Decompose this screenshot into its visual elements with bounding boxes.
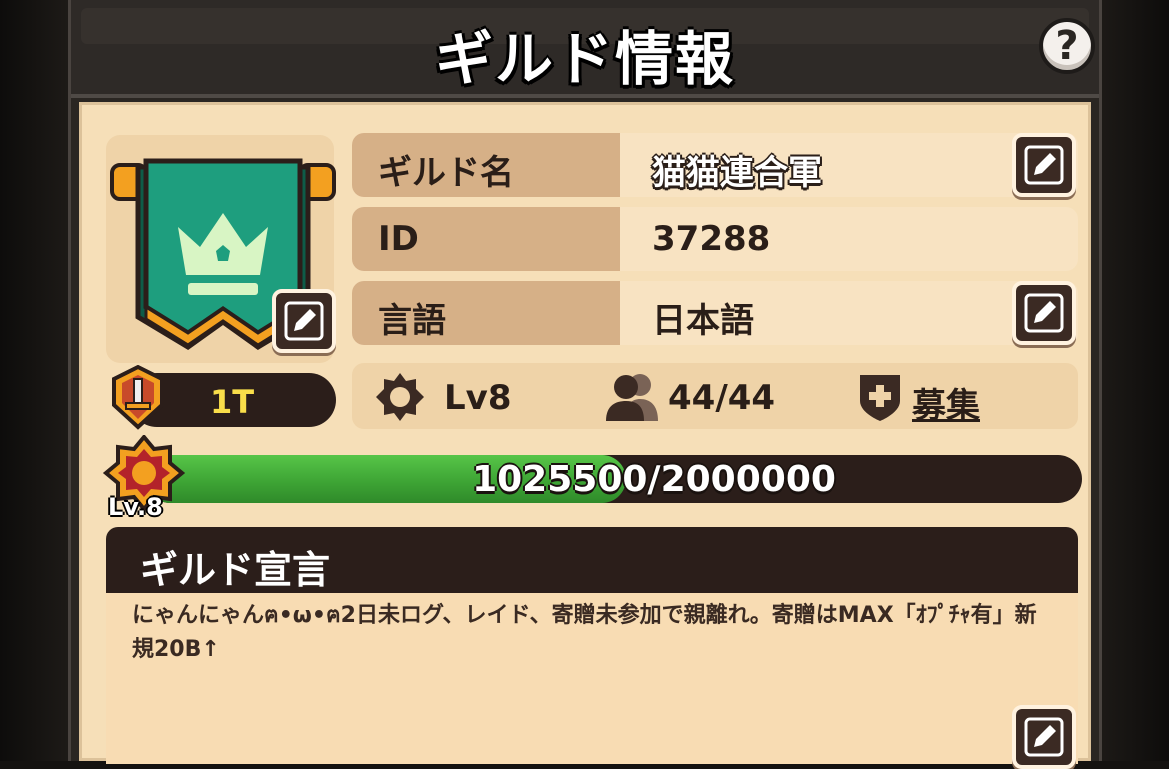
member-count-value: 44/44	[668, 378, 776, 418]
language-row: 言語 日本語	[352, 281, 1078, 345]
edit-declaration-button[interactable]	[1012, 705, 1076, 769]
declaration-title: ギルド宣言	[140, 548, 331, 592]
guild-info-panel: ギルド情報 ? 1T ギルド名 猫猫連合軍 ID 37288 言語 日本語 Lv…	[68, 0, 1102, 769]
background-right	[1099, 0, 1169, 761]
guild-stats-bar: Lv8 44/44 募集	[352, 363, 1078, 429]
members-icon	[606, 374, 658, 421]
pencil-icon	[1024, 717, 1064, 757]
panel-header: ギルド情報 ?	[71, 0, 1099, 98]
guild-id-label: ID	[378, 219, 419, 259]
guild-id-value: 37288	[652, 219, 771, 259]
edit-emblem-button[interactable]	[272, 289, 336, 353]
guild-level-badge-label: Lv.8	[108, 493, 163, 521]
rank-value: 1T	[210, 383, 255, 421]
pencil-icon	[284, 301, 324, 341]
guild-name-label-cell: ギルド名	[352, 133, 620, 197]
page-title: ギルド情報	[434, 25, 735, 93]
recruit-link[interactable]: 募集	[912, 378, 980, 427]
level-gear-icon	[376, 373, 424, 421]
edit-language-button[interactable]	[1012, 281, 1076, 345]
help-button[interactable]: ?	[1039, 18, 1095, 74]
edit-guild-name-button[interactable]	[1012, 133, 1076, 197]
guild-xp-bar: 1025500/2000000	[146, 455, 1082, 503]
guild-name-label: ギルド名	[378, 153, 514, 193]
guild-xp-text: 1025500/2000000	[472, 459, 836, 500]
pencil-icon	[1024, 145, 1064, 185]
question-icon: ?	[1055, 23, 1079, 69]
guild-id-label-cell: ID	[352, 207, 620, 271]
language-label: 言語	[378, 301, 446, 341]
panel-content: 1T ギルド名 猫猫連合軍 ID 37288 言語 日本語 Lv8 44/44 …	[79, 102, 1091, 769]
language-label-cell: 言語	[352, 281, 620, 345]
recruit-shield-icon	[860, 375, 900, 421]
declaration-body: にゃんにゃんฅ•ω•ฅ2日未ログ、レイド、寄贈未参加で親離れ。寄贈はMAX「ｵﾌ…	[106, 593, 1078, 764]
declaration-text: にゃんにゃんฅ•ω•ฅ2日未ログ、レイド、寄贈未参加で親離れ。寄贈はMAX「ｵﾌ…	[132, 603, 1037, 662]
guild-name-row: ギルド名 猫猫連合軍	[352, 133, 1078, 197]
guild-name-value: 猫猫連合軍	[652, 153, 822, 193]
guild-id-row: ID 37288	[352, 207, 1078, 271]
guild-level-value: Lv8	[444, 378, 512, 418]
language-value: 日本語	[652, 301, 754, 341]
pencil-icon	[1024, 293, 1064, 333]
sword-rank-icon	[112, 365, 164, 430]
declaration-header: ギルド宣言	[106, 527, 1078, 593]
background-left	[0, 0, 68, 761]
